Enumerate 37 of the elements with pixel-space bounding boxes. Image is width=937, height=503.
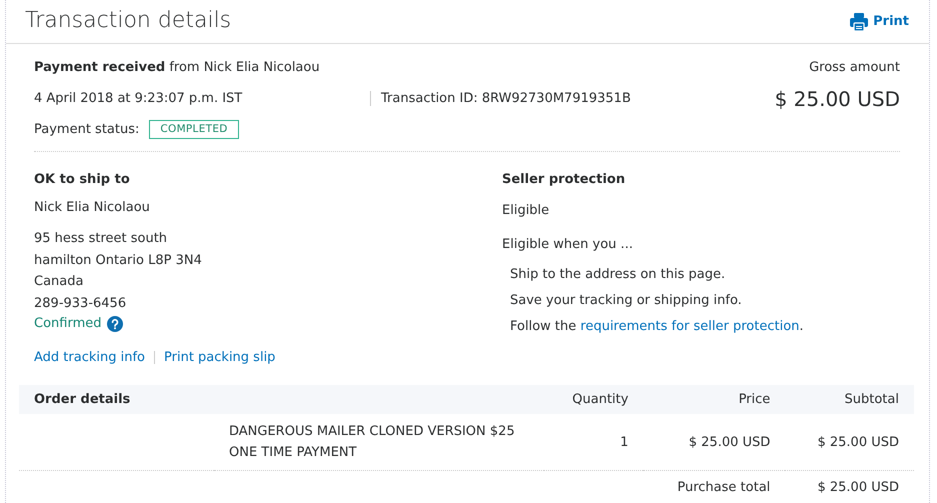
payment-status-label: Payment status: <box>34 120 140 139</box>
item-subtotal: $ 25.00 USD <box>785 414 914 471</box>
gross-amount: $ 25.00 USD <box>774 86 900 112</box>
column-header: Subtotal <box>785 385 914 414</box>
column-header: Price <box>643 385 786 414</box>
confirmed-status: Confirmed <box>34 315 102 334</box>
item-quantity: 1 <box>544 414 644 471</box>
table-header: Order details <box>19 385 544 414</box>
shipping-link[interactable]: Add tracking info <box>34 348 146 368</box>
page-title: Transaction details <box>25 8 232 35</box>
requirements-link[interactable]: requirements for seller protection <box>580 318 800 334</box>
help-icon[interactable] <box>106 316 122 332</box>
payment-headline: Payment received from Nick Elia Nicolaou <box>34 59 321 77</box>
recipient-name: Nick Elia Nicolaou <box>34 198 151 217</box>
protection-intro: Eligible when you ... <box>502 236 634 254</box>
gross-amount-label: Gross amount <box>808 59 900 77</box>
address-line: Canada <box>34 273 84 292</box>
shipping-link[interactable]: Print packing slip <box>164 348 276 368</box>
protection-step: Ship to the address on this page. <box>502 262 900 288</box>
status-tag: COMPLETED <box>149 120 239 140</box>
protection-status: Eligible <box>502 202 550 220</box>
protection-step: Follow the requirements for seller protection. <box>502 314 900 340</box>
printer-icon <box>849 12 870 32</box>
transaction-id: Transaction ID: 8RW92730M7919351B <box>370 90 631 106</box>
column-header: Quantity <box>544 385 644 414</box>
purchase-total-label: Purchase total <box>643 470 786 503</box>
purchase-total: $ 25.00 USD <box>785 470 914 503</box>
item-price: $ 25.00 USD <box>643 414 786 471</box>
address-line: 95 hess street south <box>34 230 168 248</box>
section-heading: OK to ship to <box>34 171 131 190</box>
address-line: hamilton Ontario L8P 3N4 <box>34 252 203 270</box>
item-description: DANGEROUS MAILER CLONED VERSION $25 ONE TIME PAYMENT <box>214 414 544 471</box>
address-line: 289-933-6456 <box>34 294 128 313</box>
transaction-date: 4 April 2018 at 9:23:07 p.m. IST <box>34 90 244 108</box>
protection-step: Save your tracking or shipping info. <box>502 288 900 314</box>
print-button[interactable]: Print <box>849 12 909 32</box>
section-heading: Seller protection <box>502 171 626 190</box>
